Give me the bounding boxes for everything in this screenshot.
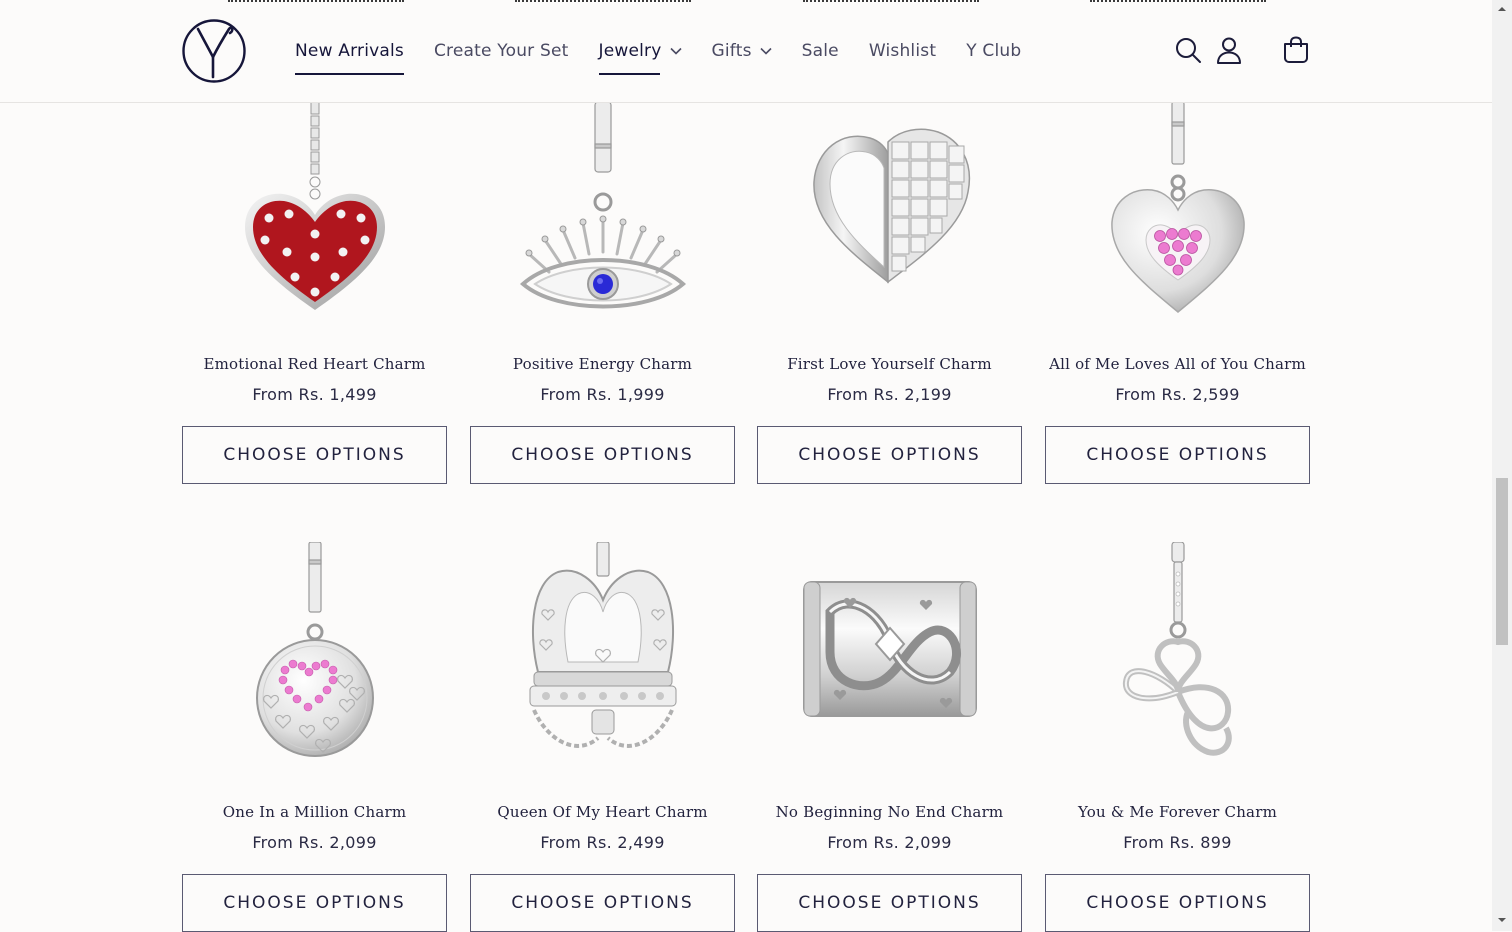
header-icons <box>1174 36 1310 64</box>
nav-gifts[interactable]: Gifts <box>712 31 772 71</box>
product-title[interactable]: Positive Energy Charm <box>470 355 735 373</box>
product-title[interactable]: No Beginning No End Charm <box>757 803 1022 821</box>
product-price: From Rs. 2,099 <box>827 833 952 852</box>
nav-label: Sale <box>801 41 839 61</box>
scrollbar-thumb[interactable] <box>1496 478 1508 645</box>
round-heart-medallion-charm-image <box>255 542 374 757</box>
nav-new-arrivals[interactable]: New Arrivals <box>295 31 404 75</box>
pink-stone-heart-charm-image <box>1110 102 1245 313</box>
page-scrollbar[interactable] <box>1492 0 1512 931</box>
product-image[interactable] <box>1045 102 1310 322</box>
cropped-product-edge <box>1090 0 1266 3</box>
infinity-barrel-charm-image <box>802 581 977 717</box>
brand-logo[interactable] <box>182 19 246 83</box>
product-title[interactable]: You & Me Forever Charm <box>1045 803 1310 821</box>
choose-options-button[interactable]: CHOOSE OPTIONS <box>470 874 735 932</box>
chevron-down-icon <box>669 47 682 55</box>
nav-sale[interactable]: Sale <box>802 31 839 71</box>
choose-options-button[interactable]: CHOOSE OPTIONS <box>1045 874 1310 932</box>
chevron-down-icon <box>760 47 772 55</box>
choose-options-button[interactable]: CHOOSE OPTIONS <box>470 426 735 484</box>
product-image[interactable] <box>182 542 447 762</box>
nav-label: Wishlist <box>868 41 937 61</box>
product-image[interactable] <box>470 542 735 762</box>
product-price: From Rs. 1,499 <box>252 385 377 404</box>
choose-options-button[interactable]: CHOOSE OPTIONS <box>1045 426 1310 484</box>
account-icon[interactable] <box>1215 36 1243 64</box>
product-price: From Rs. 899 <box>1123 833 1232 852</box>
product-image[interactable] <box>757 542 1022 762</box>
scroll-up-arrow-icon[interactable] <box>1497 4 1507 14</box>
scroll-down-arrow-icon[interactable] <box>1497 915 1507 925</box>
product-price: From Rs. 2,499 <box>540 833 665 852</box>
product-price: From Rs. 2,199 <box>827 385 952 404</box>
nav-y-club[interactable]: Y Club <box>966 31 1021 71</box>
choose-options-button[interactable]: CHOOSE OPTIONS <box>182 874 447 932</box>
main-nav: New Arrivals Create Your Set Jewelry Gif… <box>295 0 1051 102</box>
product-title[interactable]: Emotional Red Heart Charm <box>182 355 447 373</box>
nav-label: Gifts <box>711 41 752 61</box>
product-title[interactable]: Queen Of My Heart Charm <box>470 803 735 821</box>
product-title[interactable]: One In a Million Charm <box>182 803 447 821</box>
product-price: From Rs. 2,599 <box>1115 385 1240 404</box>
product-image[interactable] <box>757 102 1022 322</box>
product-price: From Rs. 2,099 <box>252 833 377 852</box>
evil-eye-charm-image <box>519 102 686 309</box>
product-title[interactable]: First Love Yourself Charm <box>757 355 1022 373</box>
red-heart-charm-image <box>244 102 385 310</box>
split-heart-charm-image <box>812 128 970 284</box>
infinity-heart-charm-image <box>1122 542 1232 756</box>
nav-label: Jewelry <box>598 41 662 61</box>
product-image[interactable] <box>1045 542 1310 762</box>
cart-icon[interactable] <box>1282 36 1310 64</box>
crown-charm-image <box>529 542 676 748</box>
nav-jewelry[interactable]: Jewelry <box>598 31 682 75</box>
product-title[interactable]: All of Me Loves All of You Charm <box>1045 355 1310 373</box>
choose-options-button[interactable]: CHOOSE OPTIONS <box>757 874 1022 932</box>
site-header: New Arrivals Create Your Set Jewelry Gif… <box>0 0 1492 103</box>
nav-create-your-set[interactable]: Create Your Set <box>434 31 569 71</box>
nav-label: New Arrivals <box>295 41 404 61</box>
product-price: From Rs. 1,999 <box>540 385 665 404</box>
product-image[interactable] <box>470 102 735 322</box>
choose-options-button[interactable]: CHOOSE OPTIONS <box>182 426 447 484</box>
product-image[interactable] <box>182 102 447 322</box>
nav-wishlist[interactable]: Wishlist <box>869 31 936 71</box>
search-icon[interactable] <box>1174 36 1202 64</box>
nav-label: Y Club <box>966 41 1022 61</box>
nav-label: Create Your Set <box>433 41 569 61</box>
active-underline <box>598 73 660 75</box>
choose-options-button[interactable]: CHOOSE OPTIONS <box>757 426 1022 484</box>
